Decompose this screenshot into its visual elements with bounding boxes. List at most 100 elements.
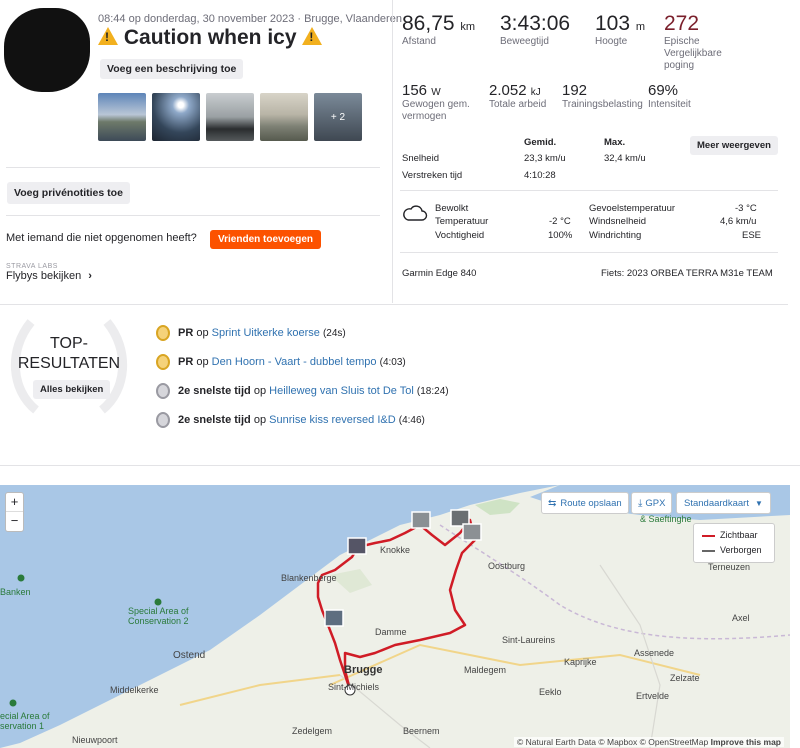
download-icon: ⤓ [638,497,643,509]
elapsed-time-label: Verstreken tijd [402,170,463,181]
weather-condition: Bewolkt [435,203,469,214]
photo-more-thumbnail[interactable]: + 2 [314,93,362,141]
segment-link[interactable]: Den Hoorn - Vaart - dubbel tempo [212,356,377,368]
add-description-button[interactable]: Voeg een beschrijving toe [100,59,244,79]
map-type-select[interactable]: Standaardkaart ▼ [676,492,771,514]
bike-name: Fiets: 2023 ORBEA TERRA M31e TEAM [601,268,773,279]
protected-area-label: Special Area of Conservation 2 [128,606,189,626]
activity-title: Caution when icy [98,26,323,50]
photo-thumbnail[interactable] [152,93,200,141]
place-label: Ertvelde [636,691,670,701]
place-label: Axel [732,613,750,623]
segment-link[interactable]: Heilleweg van Sluis tot De Tol [269,385,414,397]
protected-area-label: ecial Area of servation 1 [0,711,50,731]
cloud-icon [403,205,428,221]
gold-medal-icon [156,354,170,370]
place-label: Knokke [380,545,411,555]
improve-map-link[interactable]: Improve this map [711,737,781,747]
route-icon: ⇆ [548,497,557,509]
silver-medal-icon [156,383,170,399]
strava-labs-label: STRAVA LABS [6,263,58,270]
place-label: Blankenberge [281,573,337,583]
achievements-list: PR op Sprint Uitkerke koerse (24s) PR op… [156,325,449,428]
chevron-right-icon: › [88,270,92,282]
place-label: & Saeftinghe [640,514,692,524]
feels-like-value: -3 °C [735,203,757,214]
stat-elevation: 103 m Hoogte [595,12,646,47]
zoom-in-button[interactable]: + [6,493,23,512]
activity-meta: 08:44 op donderdag, 30 november 2023 · B… [98,13,402,25]
segment-link[interactable]: Sprint Uitkerke koerse [212,327,320,339]
place-label: Kaprijke [564,657,597,667]
stat-total-work: 2.052 kJ Totale arbeid [489,82,547,110]
stat-weighted-power: 156 W Gewogen gem. vermogen [402,82,470,122]
place-label: Beernem [403,726,440,736]
device-name: Garmin Edge 840 [402,268,477,279]
place-label: Nieuwpoort [72,735,118,745]
zoom-control: + − [5,492,24,532]
speed-max: 32,4 km/u [604,153,646,164]
private-notes-button[interactable]: Voeg privénotities toe [7,182,130,204]
place-label: Assenede [634,648,675,658]
humidity-label: Vochtigheid [435,230,485,241]
gpx-button[interactable]: ⤓ GPX [631,492,673,514]
feels-like-label: Gevoelstemperatuur [589,203,676,214]
map-attribution: © Natural Earth Data © Mapbox © OpenStre… [513,737,784,747]
place-label: Brugge [344,664,383,676]
place-label: Eeklo [539,687,562,697]
map-legend: Zichtbaar Verborgen [693,523,775,563]
warning-icon [98,27,118,45]
stat-relative-effort[interactable]: 272 Epische Vergelijkbare poging [664,12,736,72]
top-results-title: TOP- RESULTATEN [17,335,121,372]
temperature-label: Temperatuur [435,216,489,227]
temperature-value: -2 °C [549,216,571,227]
zoom-out-button[interactable]: − [6,512,23,531]
place-label: Zedelgem [292,726,333,736]
place-label: Oostburg [488,561,526,571]
stat-intensity: 69% Intensiteit [648,82,691,110]
place-label: Damme [375,627,407,637]
place-label: Sint-Michiels [328,682,380,692]
speed-label: Snelheid [402,153,439,164]
place-label: Maldegem [464,665,507,675]
flybys-link[interactable]: Flybys bekijken › [6,270,92,282]
place-label: Sint-Laureins [502,635,556,645]
caret-down-icon: ▼ [754,498,763,508]
max-column-header: Max. [604,137,626,148]
activity-title-text: Caution when icy [123,26,297,49]
wind-direction-label: Windrichting [589,230,642,241]
segment-link[interactable]: Sunrise kiss reversed I&D [269,414,396,426]
wind-speed-value: 4,6 km/u [720,216,757,227]
athlete-avatar[interactable] [4,8,90,92]
photo-strip: + 2 [98,93,362,141]
place-label: Banken [0,587,31,597]
elapsed-time-value: 4:10:28 [524,170,556,181]
visible-line-swatch [702,535,715,537]
place-label: Ostend [173,650,206,661]
stat-distance: 86,75 km Afstand [402,12,476,47]
route-map[interactable]: Knokke Oostburg Blankenberge Damme Brugg… [0,485,790,748]
photo-thumbnail[interactable] [260,93,308,141]
flybys-link-label: Flybys bekijken [6,270,82,282]
achievement-item: 2e snelste tijd op Sunrise kiss reversed… [156,412,449,428]
photo-thumbnail[interactable] [206,93,254,141]
place-label: Terneuzen [708,562,751,572]
stat-moving-time: 3:43:06 Beweegtijd [500,12,571,47]
show-more-button[interactable]: Meer weergeven [690,136,778,155]
achievement-item: PR op Sprint Uitkerke koerse (24s) [156,325,449,341]
place-label: Middelkerke [110,685,159,695]
view-all-results-button[interactable]: Alles bekijken [33,380,111,399]
legend-visible-label: Zichtbaar [720,530,758,540]
speed-avg: 23,3 km/u [524,153,566,164]
map-canvas[interactable] [0,485,790,748]
humidity-value: 100% [548,230,573,241]
hidden-line-swatch [702,550,715,552]
photo-thumbnail[interactable] [98,93,146,141]
achievement-item: PR op Den Hoorn - Vaart - dubbel tempo (… [156,354,449,370]
wind-direction-value: ESE [742,230,762,241]
achievement-item: 2e snelste tijd op Heilleweg van Sluis t… [156,383,449,399]
save-route-button[interactable]: ⇆ Route opslaan [541,492,629,514]
silver-medal-icon [156,412,170,428]
stat-training-load: 192 Trainingsbelasting [562,82,643,110]
add-friends-button[interactable]: Vrienden toevoegen [210,230,322,249]
